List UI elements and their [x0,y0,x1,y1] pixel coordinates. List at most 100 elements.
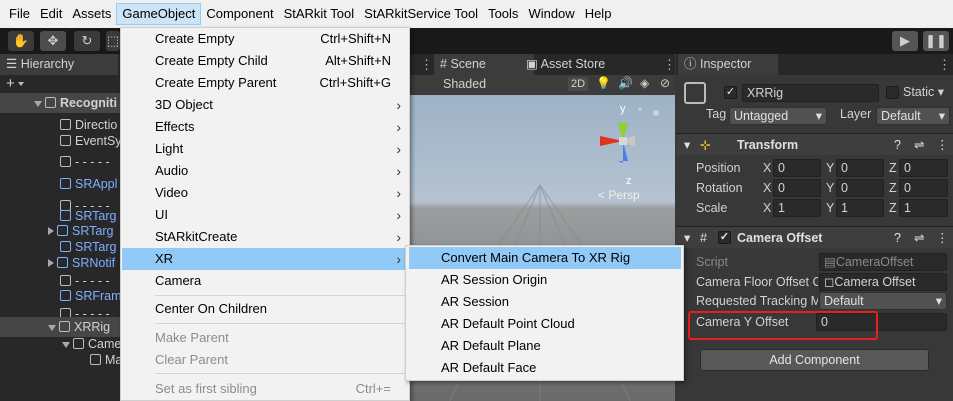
menu-edit[interactable]: Edit [35,3,67,25]
menu-assets[interactable]: Assets [67,3,116,25]
hierarchy-row[interactable]: SRNotif [0,253,120,273]
menu-item-ui[interactable]: UI › [122,204,409,226]
position-z-field[interactable]: 0 [899,159,948,177]
menu-item-ar-session-origin[interactable]: AR Session Origin [409,269,681,291]
position-x-field[interactable]: 0 [773,159,821,177]
component-enabled-checkbox[interactable]: ✓ [718,231,731,244]
menu-item-effects[interactable]: Effects › [122,116,409,138]
menu-item-3d-object[interactable]: 3D Object › [122,94,409,116]
static-checkbox[interactable] [886,86,899,99]
active-checkbox[interactable]: ✓ [724,86,737,99]
audio-icon[interactable]: 🔊 [618,76,633,90]
more-options-icon[interactable]: ⋮ [938,57,951,73]
menu-item-convert-main-camera[interactable]: Convert Main Camera To XR Rig [409,247,681,269]
hierarchy-row[interactable]: Ma [0,350,120,370]
hierarchy-tab-label: Hierarchy [20,57,75,71]
menu-gameobject[interactable]: GameObject [116,3,202,25]
add-object-button[interactable]: + [6,75,15,92]
tag-dropdown[interactable]: Untagged ▾ [729,107,827,125]
play-button-icon[interactable]: ▶ [892,31,918,51]
transform-header[interactable]: ▾ ⊹ Transform ? ⇌ ⋮ [676,133,953,155]
menu-item-create-empty[interactable]: Create Empty Ctrl+Shift+N [122,28,409,50]
object-name-field[interactable]: XRRig [742,84,879,102]
more-options-icon[interactable]: ⋮ [936,227,949,249]
hierarchy-row[interactable]: - - - - - [0,152,120,172]
help-icon[interactable]: ? [894,134,901,156]
tab-scene[interactable]: # Scene [434,54,534,75]
hierarchy-row[interactable]: SRAppl [0,174,120,194]
menu-item-camera[interactable]: Camera [122,270,409,292]
projection-label[interactable]: < Persp [598,188,640,202]
camera-offset-header[interactable]: ▾ # ✓ Camera Offset ? ⇌ ⋮ [676,226,953,248]
menu-file[interactable]: File [4,3,35,25]
lighting-icon[interactable]: 💡 [596,76,611,90]
menu-component[interactable]: Component [201,3,278,25]
rotation-z-field[interactable]: 0 [899,179,948,197]
more-options-icon[interactable]: ⋮ [663,57,676,73]
rotate-tool-icon[interactable]: ↻ [74,31,100,51]
more-options-icon[interactable]: ⋮ [420,57,433,73]
foldout-arrow-icon[interactable]: ▾ [684,227,690,249]
menu-item-xr[interactable]: XR › [122,248,409,270]
mode-2d-toggle[interactable]: 2D [568,77,589,91]
menu-item-audio[interactable]: Audio › [122,160,409,182]
menu-item-light[interactable]: Light › [122,138,409,160]
script-file-icon: ▤ [824,255,836,269]
scene-visibility-icon[interactable]: ⊘ [660,76,670,90]
tab-asset-store[interactable]: ▣ Asset Store [520,54,610,75]
rotation-y-field[interactable]: 0 [836,179,884,197]
menu-item-video[interactable]: Video › [122,182,409,204]
preset-icon[interactable]: ⇌ [914,227,924,249]
layer-dropdown[interactable]: Default ▾ [876,107,950,125]
expand-arrow-icon[interactable] [48,259,54,267]
menu-item-center-on-children[interactable]: Center On Children [122,298,409,320]
more-options-icon[interactable]: ⋮ [936,134,949,156]
menu-item-create-empty-parent[interactable]: Create Empty Parent Ctrl+Shift+G [122,72,409,94]
script-field: ▤CameraOffset [819,253,947,271]
gameobject-icon [73,338,84,349]
tracking-mode-dropdown[interactable]: Default ▾ [819,292,947,310]
pause-button-icon[interactable]: ❚❚ [923,31,949,51]
preset-icon[interactable]: ⇌ [914,134,924,156]
tab-hierarchy[interactable]: ☰ Hierarchy [0,54,118,75]
help-icon[interactable]: ? [894,227,901,249]
foldout-arrow-icon[interactable]: ▾ [684,134,690,156]
menu-starkit-tool[interactable]: StARkit Tool [279,3,360,25]
add-component-button[interactable]: Add Component [700,349,929,371]
move-tool-icon[interactable]: ✥ [40,31,66,51]
hierarchy-row[interactable]: EventSy [0,131,120,151]
hand-tool-icon[interactable]: ✋ [8,31,34,51]
expand-arrow-icon[interactable] [48,325,56,331]
effects-icon[interactable]: ◈ [640,76,649,90]
menu-item-ar-session[interactable]: AR Session [409,291,681,313]
menu-item-ar-default-face[interactable]: AR Default Face [409,357,681,379]
rotation-x-field[interactable]: 0 [773,179,821,197]
tab-inspector[interactable]: ⓘ Inspector [678,54,778,75]
menu-item-create-empty-child[interactable]: Create Empty Child Alt+Shift+N [122,50,409,72]
scale-x-field[interactable]: 1 [773,199,821,217]
scale-tool-icon[interactable]: ⬚ [106,31,120,51]
menu-window[interactable]: Window [523,3,579,25]
menu-tools[interactable]: Tools [483,3,523,25]
expand-arrow-icon[interactable] [48,227,54,235]
position-y-field[interactable]: 0 [836,159,884,177]
menu-help[interactable]: Help [580,3,617,25]
expand-arrow-icon[interactable] [62,342,70,348]
hierarchy-row-scene[interactable]: Recogniti [0,93,120,113]
add-dropdown-icon[interactable] [18,82,24,86]
gameobject-icon [60,275,71,286]
floor-offset-object-field[interactable]: ◻Camera Offset [819,273,947,291]
gameobject-icon [60,156,71,167]
shading-mode-dropdown[interactable]: Shaded [443,77,486,91]
chevron-right-icon: › [396,207,401,223]
menu-separator [155,373,407,374]
menu-item-starkitcreate[interactable]: StARkitCreate › [122,226,409,248]
hierarchy-row[interactable]: SRFram [0,286,120,306]
menu-starkitservice-tool[interactable]: StARkitService Tool [359,3,483,25]
menu-item-ar-default-plane[interactable]: AR Default Plane [409,335,681,357]
static-dropdown[interactable]: Static ▾ [903,84,944,99]
scale-y-field[interactable]: 1 [836,199,884,217]
scale-z-field[interactable]: 1 [899,199,948,217]
menu-item-ar-default-point-cloud[interactable]: AR Default Point Cloud [409,313,681,335]
expand-arrow-icon[interactable] [34,101,42,107]
